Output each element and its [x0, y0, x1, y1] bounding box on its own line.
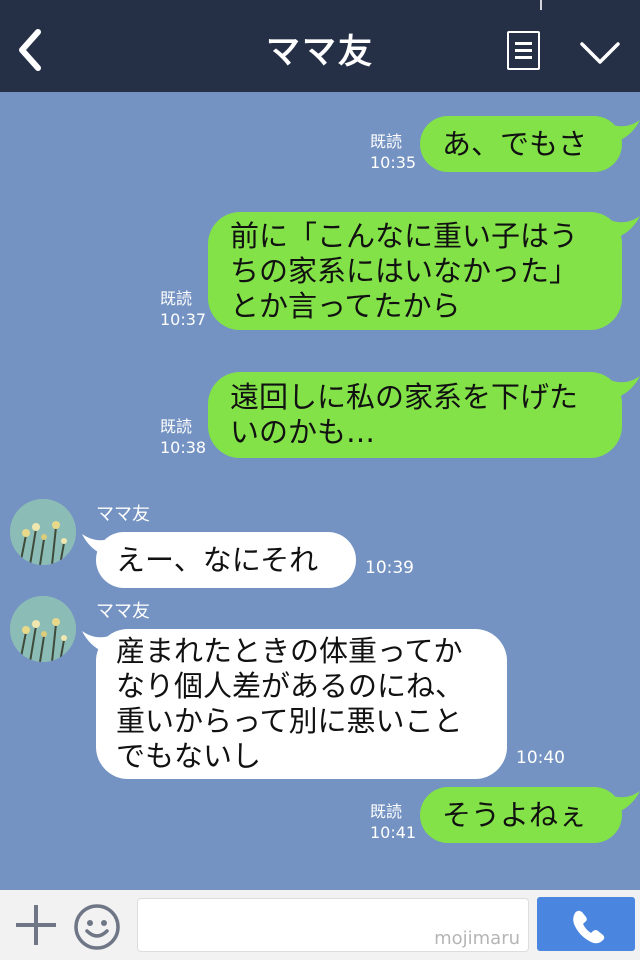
call-button[interactable] — [537, 897, 635, 951]
message-bubble-sent[interactable]: そうよねぇ — [420, 787, 622, 843]
message-input[interactable]: mojimaru — [137, 898, 529, 952]
message-time: 10:41 — [370, 823, 417, 842]
bubble-tail — [610, 216, 640, 238]
add-button[interactable] — [14, 903, 58, 947]
avatar[interactable] — [10, 596, 76, 662]
message-meta: 既読 10:35 — [370, 131, 416, 173]
message-bubble-sent[interactable]: 前に「こんなに重い子はう ちの家系にはいなかった」 とか言ってたから — [208, 212, 622, 330]
message-time: 10:38 — [160, 438, 207, 457]
bubble-tail — [610, 120, 640, 142]
sender-name: ママ友 — [96, 601, 150, 622]
read-receipt: 既読 — [160, 289, 193, 308]
message-bubble-received[interactable]: 産まれたときの体重ってか なり個人差があるのにね、 重いからって別に悪いこと で… — [96, 629, 507, 779]
message-time: 10:40 — [516, 748, 565, 768]
menu-button[interactable] — [507, 31, 540, 70]
message-time: 10:35 — [370, 153, 417, 172]
message-bubble-sent[interactable]: あ、でもさ — [420, 116, 622, 172]
read-receipt: 既読 — [370, 802, 403, 821]
message-time: 10:39 — [365, 558, 414, 578]
avatar[interactable] — [10, 499, 76, 565]
avatar-image — [10, 499, 76, 565]
input-bar: mojimaru — [0, 890, 640, 960]
status-indicator — [540, 0, 542, 10]
read-receipt: 既読 — [370, 132, 403, 151]
expand-button[interactable] — [578, 34, 622, 70]
message-meta: 既読 10:38 — [160, 416, 206, 458]
emoji-icon — [74, 904, 120, 950]
message-bubble-sent[interactable]: 遠回しに私の家系を下げた いのかも… — [208, 372, 622, 458]
phone-icon — [573, 910, 605, 944]
chat-title: ママ友 — [266, 32, 374, 72]
emoji-button[interactable] — [73, 903, 121, 951]
sender-name: ママ友 — [96, 504, 150, 525]
avatar-image — [10, 596, 76, 662]
bubble-tail — [610, 376, 640, 398]
read-receipt: 既読 — [160, 417, 193, 436]
message-meta: 既読 10:37 — [160, 288, 206, 330]
message-meta: 既読 10:41 — [370, 801, 416, 843]
watermark: mojimaru — [434, 928, 520, 949]
message-bubble-received[interactable]: えー、なにそれ — [96, 532, 356, 588]
chevron-down-icon — [580, 42, 620, 64]
message-time: 10:37 — [160, 310, 207, 329]
bubble-tail — [610, 791, 640, 813]
chat-header: ママ友 — [0, 0, 640, 92]
plus-icon — [16, 905, 56, 945]
